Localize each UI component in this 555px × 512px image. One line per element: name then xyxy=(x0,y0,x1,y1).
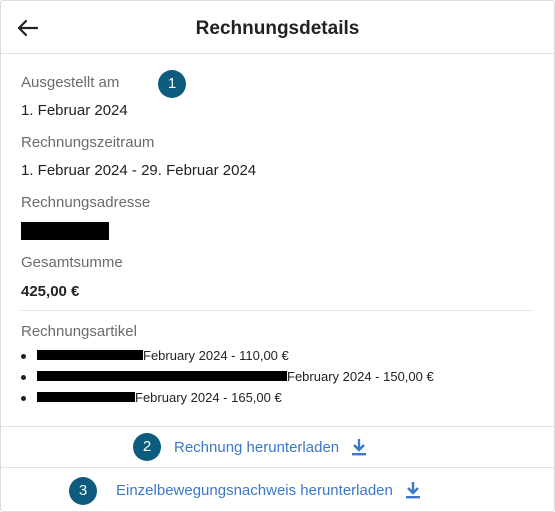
period-value: 1. Februar 2024 - 29. Februar 2024 xyxy=(21,162,257,179)
item-text: February 2024 - 165,00 € xyxy=(135,390,282,405)
items-label: Rechnungsartikel xyxy=(21,323,137,340)
page-title: Rechnungsdetails xyxy=(195,18,360,39)
download-invoice-label: Rechnung herunterladen xyxy=(174,438,340,456)
download-icon xyxy=(351,438,367,456)
total-value: 425,00 € xyxy=(21,283,80,300)
bullet xyxy=(21,375,26,380)
annotation-badge-2: 2 xyxy=(133,433,161,461)
address-redaction xyxy=(21,222,109,240)
item-text: February 2024 - 150,00 € xyxy=(287,369,434,384)
download-itemized-link[interactable]: Einzelbewegungsnachweis herunterladen xyxy=(116,481,421,499)
issued-value: 1. Februar 2024 xyxy=(21,102,128,119)
issued-label: Ausgestellt am xyxy=(21,74,120,91)
download-icon xyxy=(405,481,421,499)
list-item: February 2024 - 110,00 € xyxy=(21,348,541,369)
divider xyxy=(1,426,554,427)
divider xyxy=(1,467,554,468)
item-redaction xyxy=(37,350,143,360)
items-list: February 2024 - 110,00 € February 2024 -… xyxy=(21,348,541,411)
bullet xyxy=(21,396,26,401)
list-item: February 2024 - 165,00 € xyxy=(21,390,541,411)
bullet xyxy=(21,354,26,359)
period-label: Rechnungszeitraum xyxy=(21,134,155,151)
item-redaction xyxy=(37,392,135,402)
download-itemized-label: Einzelbewegungsnachweis herunterladen xyxy=(116,481,393,499)
annotation-badge-3: 3 xyxy=(69,477,97,505)
total-label: Gesamtsumme xyxy=(21,254,123,271)
item-text: February 2024 - 110,00 € xyxy=(143,348,289,363)
item-redaction xyxy=(37,371,287,381)
section-divider xyxy=(21,310,533,311)
download-invoice-link[interactable]: Rechnung herunterladen xyxy=(174,438,367,456)
annotation-badge-1: 1 xyxy=(158,70,186,98)
invoice-details-card: Rechnungsdetails Ausgestellt am 1 1. Feb… xyxy=(0,0,555,512)
list-item: February 2024 - 150,00 € xyxy=(21,369,541,390)
header: Rechnungsdetails xyxy=(1,1,554,54)
address-label: Rechnungsadresse xyxy=(21,194,151,211)
